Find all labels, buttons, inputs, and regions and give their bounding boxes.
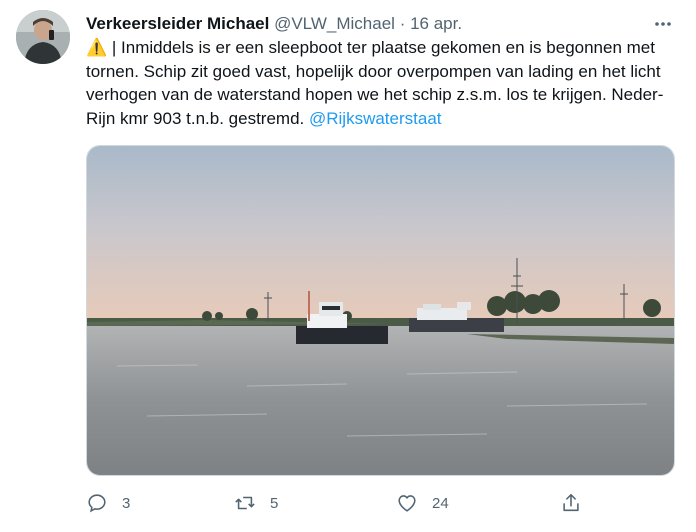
tweet-actions: 3 5 24 (86, 480, 678, 526)
author-name[interactable]: Verkeersleider Michael (86, 14, 269, 33)
avatar[interactable] (16, 10, 70, 64)
mention-link[interactable]: @Rijkswaterstaat (309, 109, 442, 128)
like-count: 24 (432, 494, 449, 512)
tweet-date[interactable]: 16 apr. (410, 14, 462, 33)
like-button[interactable]: 24 (396, 492, 449, 514)
warning-emoji: ⚠️ (86, 38, 108, 57)
tweet-text: ⚠️ | Inmiddels is er een sleepboot ter p… (86, 36, 678, 130)
more-icon[interactable] (650, 11, 676, 37)
reply-count: 3 (122, 494, 131, 512)
retweet-button[interactable]: 5 (234, 492, 278, 514)
retweet-count: 5 (270, 494, 279, 512)
share-button[interactable] (560, 492, 582, 514)
reply-button[interactable]: 3 (86, 492, 130, 514)
separator: · (399, 14, 406, 33)
reply-icon (88, 494, 106, 513)
share-icon (563, 493, 579, 512)
tweet-header: Verkeersleider Michael @VLW_Michael · 16… (86, 13, 676, 35)
tweet-photo[interactable] (86, 145, 675, 476)
like-icon (398, 495, 416, 512)
author-handle[interactable]: @VLW_Michael (274, 14, 395, 33)
retweet-icon (235, 496, 255, 510)
